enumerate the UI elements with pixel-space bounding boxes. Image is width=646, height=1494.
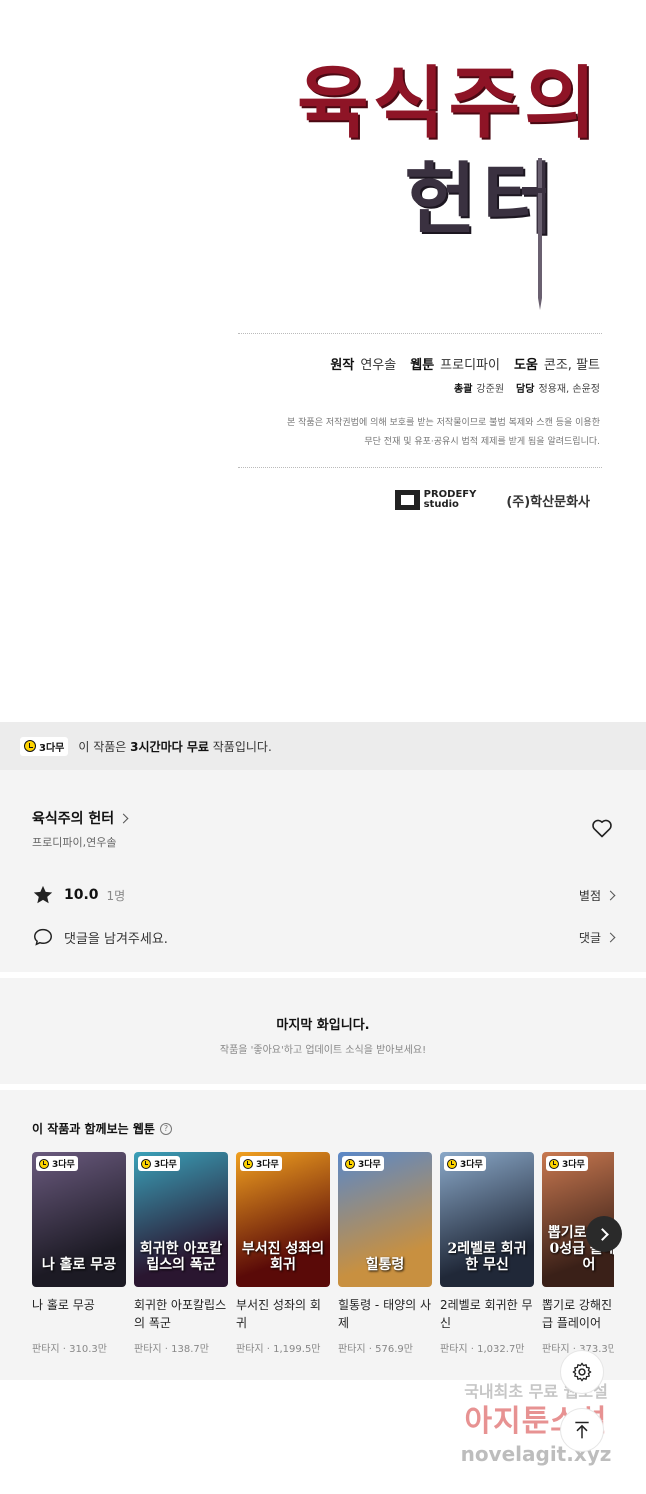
recommendation-list: 3다무 나 홀로 무공 나 홀로 무공 판타지 · 310.3만 3다무 회귀한 아포칼립… <box>32 1152 614 1372</box>
divider-top <box>238 333 602 334</box>
work-title-link[interactable]: 육식주의 헌터 <box>32 808 129 828</box>
recommendation-title[interactable]: 힐통령 - 태양의 사제 <box>338 1296 432 1332</box>
rating-link[interactable]: 별점 <box>579 887 616 904</box>
rating-score: 10.0 <box>64 887 99 903</box>
comment-row[interactable]: 댓글을 남겨주세요. 댓글 <box>32 926 616 948</box>
comment-prompt: 댓글을 남겨주세요. <box>64 931 168 947</box>
prodefy-logo: PRODEFY studio <box>394 490 476 510</box>
sword-icon <box>534 158 546 310</box>
clock-icon <box>549 1158 559 1169</box>
thumbnail-title-art: 힐통령 <box>365 1257 405 1273</box>
credit-manager: 담당 정용재, 손윤정 <box>516 384 600 395</box>
arrow-up-icon <box>575 1421 589 1439</box>
recommendation-title[interactable]: 2레벨로 회귀한 무신 <box>440 1296 534 1332</box>
free-badge: 3다무 <box>20 736 69 756</box>
thumbnail-title-art: 부서진 성좌의 회귀 <box>241 1241 325 1273</box>
free-badge: 3다무 <box>546 1156 588 1171</box>
recommendation-title[interactable]: 나 홀로 무공 <box>32 1296 126 1332</box>
clock-icon <box>345 1158 355 1169</box>
free-badge: 3다무 <box>444 1156 486 1171</box>
recommendation-card[interactable]: 3다무 회귀한 아포칼립스의 폭군 회귀한 아포칼립스의 폭군 판타지 · 138.7… <box>134 1152 228 1372</box>
rating-count: 1명 <box>106 888 126 903</box>
work-info: 육식주의 헌터 프로디파이,연우솔 10.0 1명 별점 댓글을 남겨주세요. … <box>0 770 646 972</box>
copyright-notice: 본 작품은 저작권법에 의해 보호를 받는 저작물이므로 불법 복제와 스캔 등… <box>287 418 600 447</box>
logo-title-line2: 헌터 <box>404 154 560 245</box>
publisher-logos: PRODEFY studio (주)학산문화사 <box>394 490 590 510</box>
hakshan-logo: (주)학산문화사 <box>506 494 590 510</box>
chevron-right-icon <box>595 1227 609 1241</box>
free-badge: 3다무 <box>240 1156 282 1171</box>
work-authors: 프로디파이,연우솔 <box>32 836 117 849</box>
settings-button[interactable] <box>560 1350 604 1394</box>
prodefy-mark-icon <box>394 490 420 510</box>
recommendation-thumbnail[interactable]: 3다무 2레벨로 회귀한 무신 <box>440 1152 534 1287</box>
clock-icon <box>243 1158 253 1169</box>
recommendation-card[interactable]: 3다무 나 홀로 무공 나 홀로 무공 판타지 · 310.3만 <box>32 1152 126 1372</box>
carousel-next-button[interactable] <box>586 1216 622 1252</box>
clock-icon <box>24 740 36 752</box>
free-badge: 3다무 <box>138 1156 180 1171</box>
free-banner-text: 이 작품은 3시간마다 무료 작품입니다. <box>78 739 272 754</box>
recommendation-card[interactable]: 3다무 2레벨로 회귀한 무신 2레벨로 회귀한 무신판타지 · 1,032.7만 <box>440 1152 534 1372</box>
credit-webtoon: 웹툰 프로디파이 <box>410 358 500 373</box>
recommendation-meta: 판타지 · 576.9만 <box>338 1344 413 1355</box>
scroll-top-button[interactable] <box>560 1408 604 1452</box>
credit-page: 육식주의 헌터 원작 연우솔 웹툰 프로디파이 도움 콘조, 팔트 총괄 강준원 담당 정… <box>0 0 646 722</box>
last-episode-subtitle: 작품을 '좋아요'하고 업데이트 소식을 받아보세요! <box>219 1045 427 1056</box>
credit-assist: 도움 콘조, 팔트 <box>513 358 600 373</box>
recommendation-meta: 판타지 · 310.3만 <box>32 1344 107 1355</box>
recommendation-meta: 판타지 · 138.7만 <box>134 1344 209 1355</box>
recommendation-meta: 판타지 · 1,032.7만 <box>440 1344 525 1355</box>
recommendation-card[interactable]: 3다무 부서진 성좌의 회귀 부서진 성좌의 회귀 판타지 · 1,199.5만 <box>236 1152 330 1372</box>
credits-staff: 총괄 강준원 담당 정용재, 손윤정 <box>454 380 600 395</box>
recommendation-card[interactable]: 3다무힐통령힐통령 - 태양의 사제판타지 · 576.9만 <box>338 1152 432 1372</box>
free-badge: 3다무 <box>342 1156 384 1171</box>
credit-original: 원작 연우솔 <box>330 358 397 373</box>
recommendation-title[interactable]: 부서진 성좌의 회귀 <box>236 1296 330 1332</box>
clock-icon <box>141 1158 151 1169</box>
thumbnail-title-art: 나 홀로 무공 <box>41 1257 117 1273</box>
comment-link[interactable]: 댓글 <box>579 929 616 946</box>
recommendation-thumbnail[interactable]: 3다무회귀한 아포칼립스의 폭군 <box>134 1152 228 1287</box>
clock-icon <box>39 1158 49 1169</box>
recommendation-thumbnail[interactable]: 3다무힐통령 <box>338 1152 432 1287</box>
recommendations: 이 작품과 함께보는 웹툰 ? 3다무 나 홀로 무공 나 홀로 무공 판타지 · 3… <box>0 1090 646 1380</box>
comment-icon <box>34 928 52 946</box>
recommendation-thumbnail[interactable]: 3다무나 홀로 무공 <box>32 1152 126 1287</box>
credit-director: 총괄 강준원 <box>454 384 505 395</box>
logo-title-line1: 육식주의 <box>296 58 600 149</box>
rating-row: 10.0 1명 별점 <box>32 884 616 906</box>
recommendation-card[interactable]: 3다무뽑기로 강해진 0성급 플레이어뽑기로 강해진 0성급 플레이어판타지 ·… <box>542 1152 614 1372</box>
credits-main: 원작 연우솔 웹툰 프로디파이 도움 콘조, 팔트 <box>330 354 600 373</box>
recommendations-heading: 이 작품과 함께보는 웹툰 ? <box>32 1120 172 1137</box>
last-episode-notice: 마지막 화입니다. 작품을 '좋아요'하고 업데이트 소식을 받아보세요! <box>0 978 646 1084</box>
clock-icon <box>447 1158 457 1169</box>
heart-icon[interactable] <box>590 816 614 840</box>
thumbnail-title-art: 2레벨로 회귀한 무신 <box>447 1241 527 1273</box>
recommendation-meta: 판타지 · 1,199.5만 <box>236 1344 321 1355</box>
gear-icon <box>572 1362 592 1382</box>
chevron-right-icon <box>605 932 616 942</box>
recommendation-thumbnail[interactable]: 3다무부서진 성좌의 회귀 <box>236 1152 330 1287</box>
recommendation-title[interactable]: 뽑기로 강해진 0성급 플레이어 <box>542 1296 614 1332</box>
star-icon <box>33 885 53 904</box>
help-icon[interactable]: ? <box>159 1122 172 1135</box>
last-episode-title: 마지막 화입니다. <box>276 1018 370 1033</box>
series-logo: 육식주의 헌터 <box>270 56 600 248</box>
free-banner: 3다무 이 작품은 3시간마다 무료 작품입니다. <box>0 722 646 770</box>
free-badge: 3다무 <box>36 1156 78 1171</box>
recommendation-title[interactable]: 회귀한 아포칼립스의 폭군 <box>134 1296 228 1332</box>
chevron-right-icon <box>118 813 129 823</box>
chevron-right-icon <box>605 890 616 900</box>
thumbnail-title-art: 회귀한 아포칼립스의 폭군 <box>139 1241 223 1273</box>
divider-bottom <box>238 467 602 468</box>
